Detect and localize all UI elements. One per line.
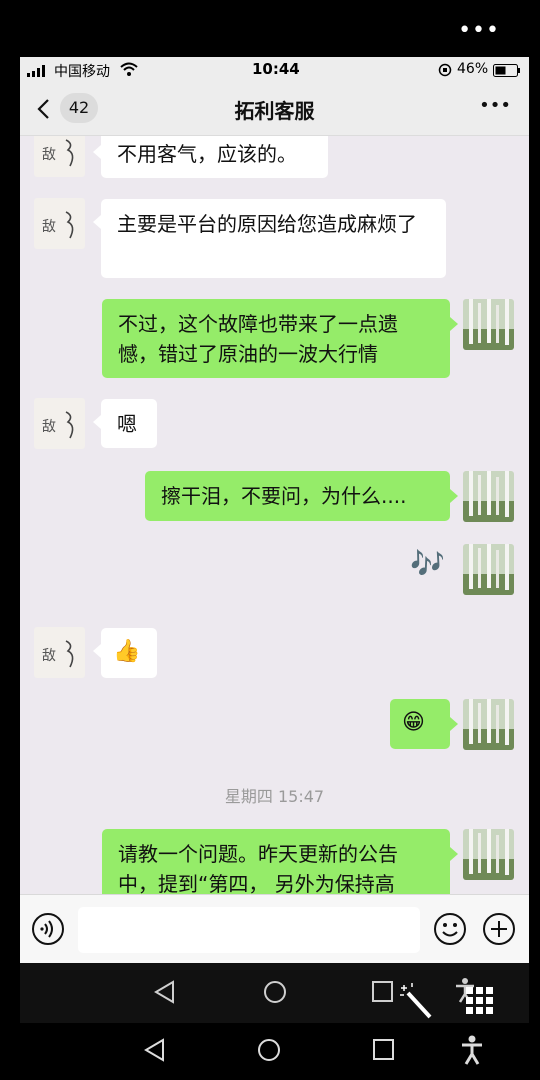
bubble-tail <box>450 317 458 331</box>
accessibility-icon <box>462 1035 482 1065</box>
user-avatar[interactable] <box>463 471 514 522</box>
nav-back-icon <box>154 980 174 1004</box>
message-bubble[interactable]: 请教一个问题。昨天更新的公告中，提到“第四， 另外为保持高 <box>102 829 450 894</box>
message-bubble[interactable]: 主要是平台的原因给您造成麻烦了 <box>101 199 446 278</box>
user-avatar[interactable] <box>463 299 514 350</box>
music-notes-emoji[interactable]: 🎶 <box>410 544 445 584</box>
wifi-icon <box>120 62 138 80</box>
rotation-lock-icon <box>438 63 452 81</box>
service-avatar[interactable]: 敌 <box>34 198 85 249</box>
device-back-button[interactable] <box>142 1037 168 1067</box>
chat-area[interactable]: 敌 不用客气，应该的。 敌 主要是平台的原因给您造成麻烦了 不过，这个故障也带来… <box>20 136 529 894</box>
message-bubble[interactable]: 嗯 <box>101 399 157 448</box>
nav-home-icon <box>264 981 286 1003</box>
message-bubble[interactable]: 👍 <box>101 628 157 678</box>
nav-recent-icon <box>372 981 393 1002</box>
nav-back-icon <box>144 1038 164 1062</box>
user-avatar[interactable] <box>463 829 514 880</box>
nav-back-button[interactable] <box>152 979 178 1009</box>
carrier-label: 中国移动 <box>54 64 110 80</box>
top-more-button[interactable]: ••• <box>458 18 500 43</box>
chat-title: 拓利客服 <box>234 99 315 123</box>
svg-text:敌: 敌 <box>42 648 56 664</box>
device-home-button[interactable] <box>256 1037 282 1067</box>
nav-home-button[interactable] <box>262 979 288 1009</box>
bubble-tail <box>450 489 458 503</box>
magic-wand-button[interactable] <box>398 981 434 1025</box>
bubble-tail <box>93 415 101 429</box>
device-recent-button[interactable] <box>371 1037 397 1067</box>
signal-icon <box>27 65 49 77</box>
emoji-button[interactable] <box>433 912 467 946</box>
battery-percent: 46% <box>457 61 489 77</box>
clock: 10:44 <box>252 60 300 78</box>
user-avatar[interactable] <box>463 699 514 750</box>
service-avatar[interactable]: 敌 <box>34 398 85 449</box>
device-accessibility-button[interactable] <box>460 1035 484 1069</box>
bubble-tail <box>450 847 458 861</box>
message-bubble[interactable]: 不过，这个故障也带来了一点遗憾，错过了原油的一波大行情 <box>102 299 450 378</box>
message-bubble[interactable]: 擦干泪，不要问，为什么.... <box>145 471 450 521</box>
nav-recent-icon <box>373 1039 394 1060</box>
nav-recent-button[interactable] <box>370 979 396 1009</box>
keypad-button[interactable] <box>464 985 496 1021</box>
bubble-tail <box>450 717 458 731</box>
chat-more-button[interactable]: ••• <box>479 95 511 116</box>
input-bar <box>20 894 529 963</box>
service-avatar[interactable]: 敌 <box>34 136 85 177</box>
message-input[interactable] <box>78 907 420 953</box>
message-bubble[interactable]: 😁 <box>390 699 450 749</box>
bubble-tail <box>93 644 101 658</box>
user-avatar[interactable] <box>463 544 514 595</box>
phone-screen: 中国移动 10:44 46% 42 拓利客服 ••• 敌 不用客气，应该的。 敌 <box>20 57 529 963</box>
plus-button[interactable] <box>482 912 516 946</box>
message-bubble[interactable]: 不用客气，应该的。 <box>101 136 328 178</box>
magic-wand-icon <box>400 983 432 1019</box>
keypad-icon <box>466 987 493 1014</box>
battery-icon <box>493 64 521 81</box>
chat-timestamp: 星期四 15:47 <box>224 787 325 806</box>
emoji-icon <box>434 913 466 945</box>
bubble-tail <box>93 145 101 159</box>
svg-text:敌: 敌 <box>42 419 56 435</box>
chat-header: 42 拓利客服 ••• <box>20 83 529 136</box>
device-nav-bar <box>0 1023 540 1080</box>
voice-icon <box>32 913 64 945</box>
voice-button[interactable] <box>31 912 65 946</box>
svg-text:敌: 敌 <box>42 219 56 235</box>
nav-home-icon <box>258 1039 280 1061</box>
inner-nav-bar <box>20 963 529 1023</box>
status-bar: 中国移动 10:44 46% <box>20 57 529 83</box>
plus-icon <box>483 913 515 945</box>
svg-text:敌: 敌 <box>42 147 56 163</box>
bubble-tail <box>93 215 101 229</box>
service-avatar[interactable]: 敌 <box>34 627 85 678</box>
